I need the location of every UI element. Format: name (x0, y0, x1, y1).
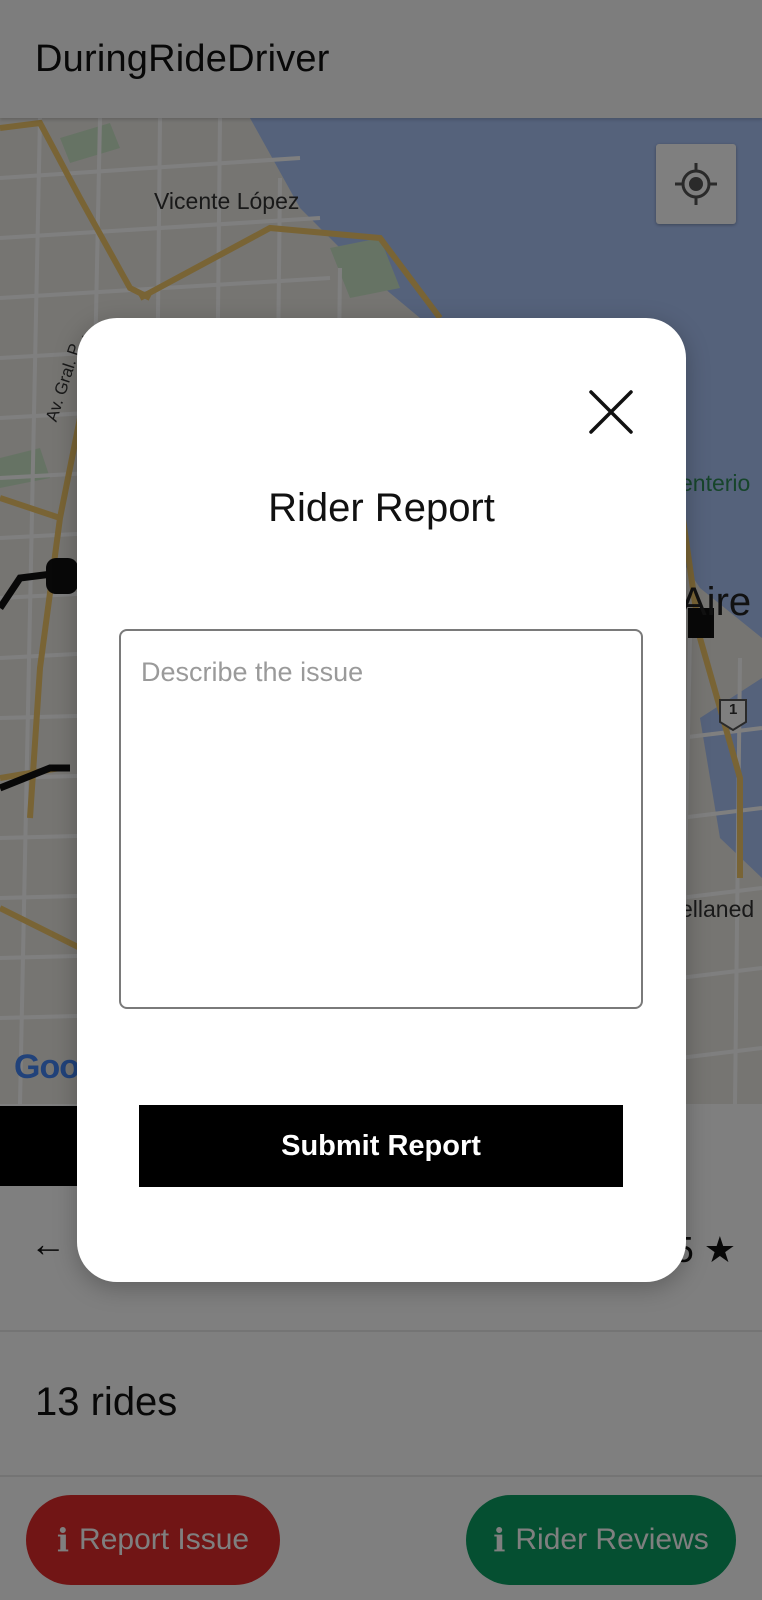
issue-description-input[interactable] (119, 629, 643, 1009)
close-icon[interactable] (587, 388, 635, 436)
submit-report-button[interactable]: Submit Report (139, 1105, 623, 1187)
dialog-title: Rider Report (268, 486, 495, 530)
rider-report-dialog: Rider Report Submit Report (77, 318, 686, 1282)
